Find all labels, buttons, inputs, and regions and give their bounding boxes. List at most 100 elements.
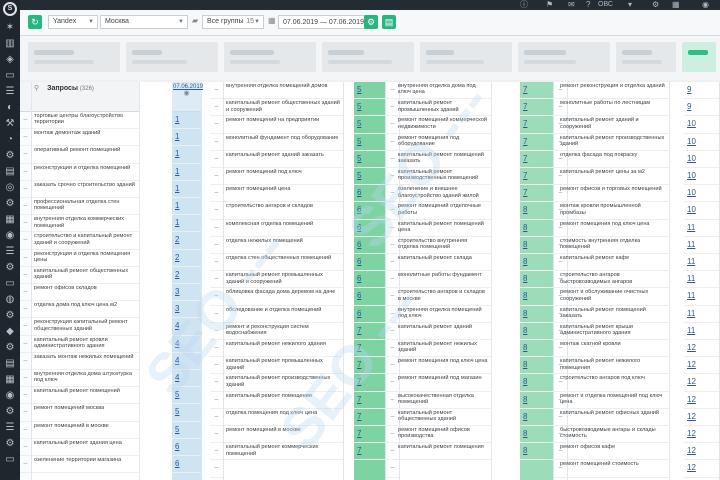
query-cell[interactable]: капитальный ремонт здания цена <box>32 439 139 456</box>
monitor-icon[interactable]: ▭ <box>3 454 17 466</box>
position-link[interactable]: 8 <box>520 357 553 375</box>
user-name[interactable]: ОВС <box>598 1 613 8</box>
row-toggle[interactable]: – <box>20 146 31 164</box>
tag-icon[interactable]: ◆ <box>3 326 17 338</box>
position-link[interactable]: 7 <box>520 185 553 203</box>
phrase-cell[interactable]: ремонт реконструкция и отделка зданий <box>558 82 669 100</box>
position-link[interactable]: 3 <box>172 301 201 319</box>
position-link[interactable]: 10 <box>684 185 719 203</box>
query-cell[interactable]: заказать монтаж нежилых помещений <box>32 353 139 370</box>
layers-icon[interactable]: ◈ <box>3 54 17 66</box>
query-cell[interactable]: озеленение территории магазина <box>32 456 139 474</box>
document-icon[interactable]: ▤ <box>3 166 17 178</box>
phrase-cell[interactable]: ремонт офисов кафе <box>558 443 669 461</box>
query-cell[interactable]: капитальный ремонт кровли административн… <box>32 336 139 353</box>
phrase-cell[interactable]: капитальный ремонт промышленных зданий <box>396 99 491 117</box>
phrase-cell[interactable]: обследование и отделка помещений <box>224 306 343 323</box>
phrase-cell[interactable]: капитальный ремонт зданий и сооружений <box>558 116 669 134</box>
position-link[interactable]: 7 <box>354 357 385 375</box>
position-link[interactable]: 7 <box>354 392 385 409</box>
position-link[interactable]: 1 <box>172 215 201 233</box>
position-link[interactable]: 8 <box>520 374 553 392</box>
row-toggle[interactable]: – <box>20 353 31 370</box>
row-toggle[interactable]: – <box>20 232 31 250</box>
position-link[interactable]: 12 <box>684 392 719 409</box>
position-link[interactable]: 6 <box>354 202 385 220</box>
position-link[interactable]: 5 <box>172 422 201 439</box>
list-icon[interactable]: ☰ <box>3 86 17 98</box>
position-link[interactable]: 5 <box>354 116 385 134</box>
position-link[interactable]: 6 <box>354 254 385 272</box>
row-toggle[interactable]: – <box>210 392 223 409</box>
gear-icon[interactable]: ⚙ <box>3 310 17 322</box>
row-toggle[interactable]: – <box>210 116 223 134</box>
gear-icon[interactable]: ⚙ <box>3 438 17 450</box>
row-toggle[interactable]: – <box>20 336 31 353</box>
gear-icon[interactable]: ⚙ <box>3 198 17 210</box>
position-link[interactable]: 5 <box>354 134 385 151</box>
phrase-cell[interactable]: комплексная отделка помещений <box>224 220 343 237</box>
grid-icon[interactable]: ▦ <box>3 374 17 386</box>
document-icon[interactable]: ▤ <box>3 358 17 370</box>
row-toggle[interactable]: – <box>210 306 223 323</box>
phrase-cell[interactable]: отделка фасада под покраску <box>558 151 669 168</box>
position-link[interactable]: 6 <box>354 220 385 237</box>
row-toggle[interactable]: – <box>20 404 31 422</box>
position-link[interactable]: 1 <box>172 112 201 130</box>
position-link[interactable]: 5 <box>354 82 385 100</box>
phrase-cell[interactable]: ремонт помещения под ключ цена <box>558 220 669 237</box>
position-link[interactable]: 6 <box>354 271 385 289</box>
query-cell[interactable]: реконструкция капитальный ремонт обществ… <box>32 318 139 336</box>
phrase-cell[interactable]: быстровозводимые ангары и склады стоимос… <box>558 426 669 444</box>
phrase-cell[interactable]: отделка стен общественных помещений <box>224 254 343 272</box>
position-link[interactable]: 8 <box>520 202 553 220</box>
position-link[interactable]: 11 <box>684 237 719 254</box>
position-link[interactable]: 7 <box>354 340 385 358</box>
drop-icon[interactable]: ◐ <box>3 102 17 114</box>
eye-icon[interactable]: ◉ <box>3 230 17 242</box>
phrase-cell[interactable]: ремонт помещения под ключ цена <box>396 357 491 375</box>
position-link[interactable]: 7 <box>520 116 553 134</box>
position-link[interactable]: 8 <box>520 254 553 272</box>
row-toggle[interactable]: – <box>20 198 31 216</box>
position-link[interactable]: 10 <box>684 134 719 151</box>
row-toggle[interactable]: – <box>210 374 223 392</box>
chevron-down-icon[interactable]: ▾ <box>628 1 632 9</box>
query-cell[interactable]: торговые центры благоустройство территор… <box>32 112 139 130</box>
position-link[interactable]: 7 <box>520 134 553 151</box>
phrase-cell[interactable]: капитальный ремонт нежилых зданий <box>396 340 491 358</box>
query-cell[interactable]: ремонт помещений в москве <box>32 422 139 439</box>
refresh-button[interactable]: ↻ <box>28 15 42 29</box>
position-link[interactable]: 9 <box>684 82 719 100</box>
position-link[interactable]: 12 <box>684 374 719 392</box>
row-toggle[interactable]: – <box>210 134 223 151</box>
phrase-cell[interactable]: капитальный ремонт нежилого здания <box>224 340 343 358</box>
info-icon[interactable]: ⓘ <box>520 1 528 9</box>
position-link[interactable]: 12 <box>684 357 719 375</box>
position-link[interactable]: 10 <box>684 168 719 186</box>
row-toggle[interactable]: – <box>20 250 31 267</box>
position-link[interactable]: 12 <box>684 460 719 478</box>
phrase-cell[interactable]: монолитные работы по лестницам <box>558 99 669 117</box>
phrase-cell[interactable]: капитальный ремонт помещений заказать <box>396 151 491 168</box>
position-link[interactable]: 11 <box>684 220 719 237</box>
row-toggle[interactable]: – <box>210 202 223 220</box>
position-link[interactable]: 7 <box>520 99 553 117</box>
phrase-cell[interactable]: капитальный ремонт крыши административно… <box>558 323 669 340</box>
query-cell[interactable]: монтаж демонтаж зданий <box>32 129 139 147</box>
position-link[interactable]: 8 <box>520 409 553 426</box>
phrase-cell[interactable]: капитальный ремонт помещений заказать <box>558 306 669 323</box>
gear-icon[interactable]: ⚙ <box>3 342 17 354</box>
row-toggle[interactable]: – <box>20 112 31 130</box>
phrase-cell[interactable]: ремонт помещений на предприятии <box>224 116 343 134</box>
row-toggle[interactable]: – <box>20 129 31 147</box>
phrase-cell[interactable]: строительство внутренняя отделка помещен… <box>396 237 491 254</box>
query-cell[interactable]: отделка дома под ключ цена м2 <box>32 301 139 319</box>
wrench-icon[interactable]: ⚒ <box>3 118 17 130</box>
row-toggle[interactable]: – <box>20 370 31 388</box>
position-link[interactable]: 6 <box>354 237 385 254</box>
query-cell[interactable]: профессиональная отделка стен помещений <box>32 198 139 216</box>
query-cell[interactable]: строительство и капитальный ремонт здани… <box>32 232 139 250</box>
row-toggle[interactable]: – <box>20 439 31 456</box>
position-link[interactable]: 10 <box>684 202 719 220</box>
